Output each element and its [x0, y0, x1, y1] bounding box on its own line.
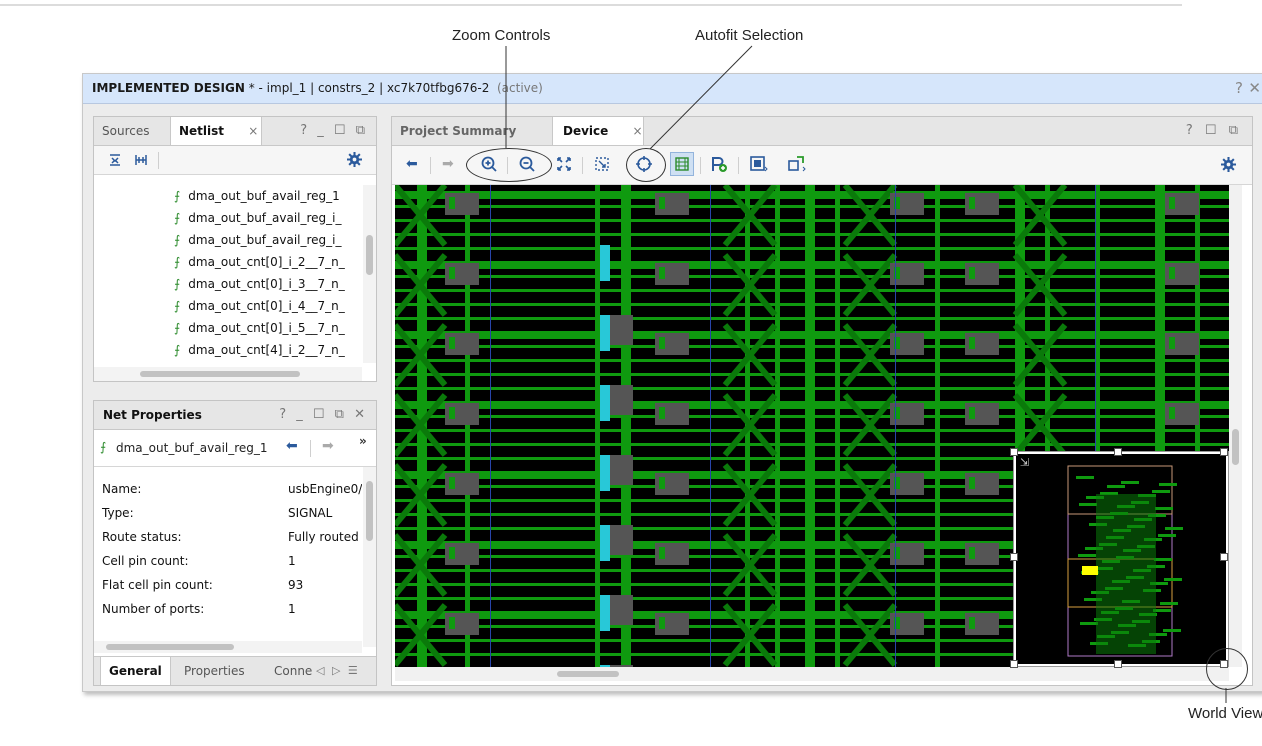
- callout-leader-lines: [505, 45, 1227, 703]
